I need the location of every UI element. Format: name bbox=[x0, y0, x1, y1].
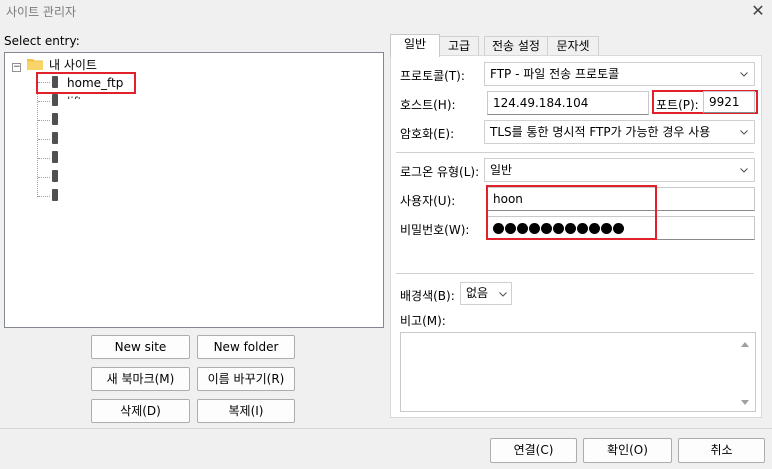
folder-icon bbox=[27, 59, 43, 70]
window-title: 사이트 관리자 bbox=[6, 5, 77, 19]
connect-button[interactable]: 연결(C) bbox=[490, 438, 577, 463]
tree-branch bbox=[38, 158, 50, 159]
server-icon bbox=[52, 151, 58, 163]
comments-label: 비고(M): bbox=[400, 314, 446, 328]
chevron-down-icon bbox=[740, 72, 748, 77]
comments-textarea[interactable] bbox=[400, 332, 756, 412]
chevron-down-icon bbox=[499, 292, 507, 297]
encryption-label: 암호화(E): bbox=[400, 127, 455, 141]
encryption-select[interactable]: TLS를 통한 명시적 FTP가 가능한 경우 사용 bbox=[484, 120, 755, 144]
tree-root-label[interactable]: 내 사이트 bbox=[49, 56, 97, 73]
close-icon[interactable]: ✕ bbox=[748, 1, 768, 21]
server-icon bbox=[52, 94, 58, 106]
server-icon bbox=[52, 170, 58, 182]
selection-highlight bbox=[36, 72, 136, 94]
footer-divider bbox=[0, 428, 772, 429]
credentials-highlight bbox=[486, 185, 657, 240]
tree-branch bbox=[38, 196, 50, 197]
delete-button[interactable]: 삭제(D) bbox=[91, 399, 190, 423]
tree-branch bbox=[38, 177, 50, 178]
logon-type-label: 로그온 유형(L): bbox=[400, 165, 480, 179]
tab-advanced[interactable]: 고급 bbox=[439, 36, 479, 56]
new-bookmark-button[interactable]: 새 북마크(M) bbox=[91, 367, 190, 391]
tab-transfer-settings[interactable]: 전송 설정 bbox=[484, 36, 548, 56]
scroll-up-arrow[interactable] bbox=[741, 342, 749, 347]
tree-branch bbox=[38, 139, 50, 140]
tree-branch bbox=[38, 101, 50, 102]
server-icon bbox=[52, 113, 58, 125]
protocol-value: FTP - 파일 전송 프로토콜 bbox=[490, 67, 620, 81]
background-color-label: 배경색(B): bbox=[400, 289, 455, 303]
title-bar: 사이트 관리자 ✕ bbox=[0, 0, 772, 24]
tab-general[interactable]: 일반 bbox=[390, 34, 440, 57]
duplicate-button[interactable]: 복제(I) bbox=[197, 399, 295, 423]
tree-item-lift-page[interactable]: lift_page bbox=[67, 95, 118, 99]
new-folder-button[interactable]: New folder bbox=[197, 335, 295, 359]
server-icon bbox=[52, 189, 58, 201]
chevron-down-icon bbox=[740, 168, 748, 173]
cancel-button[interactable]: 취소 bbox=[678, 438, 765, 463]
host-input[interactable]: 124.49.184.104 bbox=[487, 91, 649, 115]
background-color-value: 없음 bbox=[466, 286, 489, 300]
password-label: 비밀번호(W): bbox=[400, 223, 470, 237]
select-entry-label: Select entry: bbox=[4, 34, 80, 48]
tab-charset[interactable]: 문자셋 bbox=[547, 36, 599, 56]
collapse-toggle[interactable]: − bbox=[12, 63, 21, 72]
ok-button[interactable]: 확인(O) bbox=[583, 438, 672, 463]
protocol-select[interactable]: FTP - 파일 전송 프로토콜 bbox=[484, 62, 755, 86]
host-label: 호스트(H): bbox=[400, 98, 456, 112]
tree-branch bbox=[38, 120, 50, 121]
logon-type-value: 일반 bbox=[490, 163, 513, 177]
port-input[interactable]: 9921 bbox=[703, 91, 755, 113]
background-color-select[interactable]: 없음 bbox=[460, 282, 512, 305]
logon-type-select[interactable]: 일반 bbox=[484, 158, 755, 182]
protocol-label: 프로토콜(T): bbox=[400, 69, 465, 83]
separator bbox=[396, 152, 754, 153]
scroll-down-arrow[interactable] bbox=[741, 400, 749, 405]
separator bbox=[396, 273, 754, 274]
new-site-button[interactable]: New site bbox=[91, 335, 190, 359]
encryption-value: TLS를 통한 명시적 FTP가 가능한 경우 사용 bbox=[490, 125, 711, 139]
chevron-down-icon bbox=[740, 130, 748, 135]
server-icon bbox=[52, 132, 58, 144]
user-label: 사용자(U): bbox=[400, 194, 456, 208]
port-label: 포트(P): bbox=[656, 98, 699, 112]
rename-button[interactable]: 이름 바꾸기(R) bbox=[197, 367, 295, 391]
